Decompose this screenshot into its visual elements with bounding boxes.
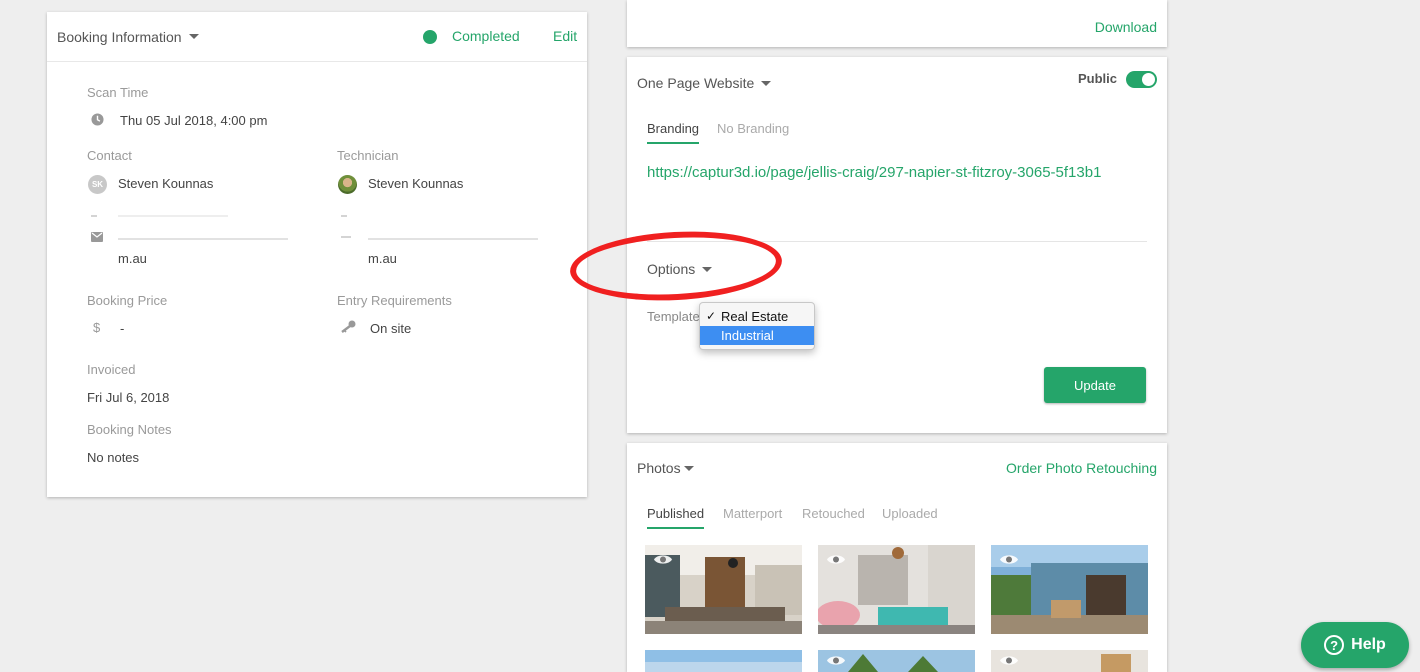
booking-title[interactable]: Booking Information (57, 29, 199, 45)
edit-link[interactable]: Edit (553, 28, 577, 44)
entry-requirements-value: On site (370, 321, 412, 336)
tab-branding[interactable]: Branding (647, 121, 700, 144)
template-option-real-estate[interactable]: ✓ Real Estate (700, 307, 814, 326)
redacted-mail-icon-2 (341, 236, 351, 238)
redacted-phone-icon-2 (341, 215, 347, 217)
invoiced-value: Fri Jul 6, 2018 (87, 390, 170, 405)
scan-time-value: Thu 05 Jul 2018, 4:00 pm (120, 113, 268, 128)
photo-thumbnail[interactable] (991, 545, 1148, 634)
contact-email-tail: m.au (118, 251, 147, 266)
booking-price-value: - (120, 321, 125, 336)
mail-icon (91, 232, 103, 242)
redacted-phone-icon (91, 215, 97, 217)
caret-down-icon (761, 80, 772, 86)
technician-label: Technician (337, 148, 399, 163)
order-photo-retouching-link[interactable]: Order Photo Retouching (1006, 460, 1157, 476)
photos-card: Photos Order Photo Retouching Published … (627, 443, 1167, 672)
contact-avatar: SK (88, 175, 107, 194)
booking-notes-value: No notes (87, 450, 140, 465)
eye-icon[interactable] (653, 553, 673, 566)
photo-thumbnail[interactable] (991, 650, 1148, 672)
photo-thumbnail[interactable] (645, 545, 802, 634)
eye-icon[interactable] (999, 553, 1019, 566)
toggle-knob (1142, 73, 1155, 86)
template-option-industrial[interactable]: Industrial (700, 326, 814, 345)
redacted-email-2 (368, 238, 538, 240)
caret-down-icon (683, 465, 694, 471)
update-button[interactable]: Update (1044, 367, 1146, 403)
technician-email-tail: m.au (368, 251, 397, 266)
redacted-phone (118, 215, 228, 217)
public-toggle[interactable] (1126, 71, 1157, 88)
photo-thumbnail[interactable] (818, 650, 975, 672)
booking-notes-label: Booking Notes (87, 422, 172, 437)
download-link[interactable]: Download (1095, 19, 1157, 35)
dollar-icon: $ (93, 320, 101, 335)
eye-icon[interactable] (999, 654, 1019, 667)
photo-thumbnail[interactable] (645, 650, 802, 672)
contact-label: Contact (87, 148, 132, 163)
clock-icon (91, 113, 104, 126)
template-dropdown-menu[interactable]: ✓ Real Estate Industrial (699, 302, 815, 350)
scan-time-label: Scan Time (87, 85, 149, 100)
booking-information-card: Booking Information Completed Edit Scan … (47, 12, 587, 497)
caret-down-icon (188, 34, 199, 40)
help-label: Help (1351, 636, 1386, 653)
tab-no-branding[interactable]: No Branding (717, 121, 789, 136)
photo-thumbnail[interactable] (818, 545, 975, 634)
photos-title[interactable]: Photos (637, 460, 694, 476)
booking-card-header: Booking Information Completed Edit (47, 12, 587, 62)
template-label: Template (647, 309, 700, 324)
website-url-link[interactable]: https://captur3d.io/page/jellis-craig/29… (647, 160, 1152, 185)
booking-price-label: Booking Price (87, 293, 168, 308)
entry-requirements-label: Entry Requirements (337, 293, 452, 308)
eye-icon[interactable] (826, 553, 846, 566)
eye-icon[interactable] (826, 654, 846, 667)
status-dot-icon (423, 30, 437, 44)
help-button[interactable]: ? Help (1301, 622, 1409, 668)
status-badge: Completed (452, 28, 520, 44)
technician-name: Steven Kounnas (368, 176, 464, 191)
redacted-email (118, 238, 288, 240)
public-label: Public (1078, 71, 1118, 86)
checkmark-icon: ✓ (706, 309, 717, 323)
key-icon (341, 320, 356, 333)
help-icon: ? (1324, 635, 1345, 655)
tab-retouched[interactable]: Retouched (802, 506, 865, 521)
download-card: Download (627, 0, 1167, 47)
technician-avatar (338, 175, 357, 194)
website-title[interactable]: One Page Website (637, 75, 772, 91)
invoiced-label: Invoiced (87, 362, 136, 377)
tab-matterport[interactable]: Matterport (723, 506, 782, 521)
contact-name: Steven Kounnas (118, 176, 214, 191)
tab-uploaded[interactable]: Uploaded (882, 506, 938, 521)
tab-published[interactable]: Published (647, 506, 705, 529)
